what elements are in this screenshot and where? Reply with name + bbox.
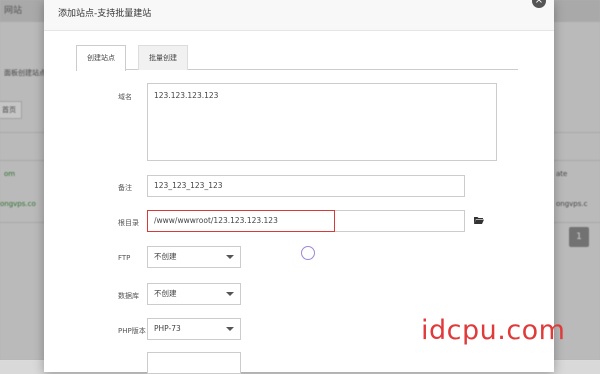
dialog-title: 添加站点-支持批量建站 [44, 0, 554, 31]
remark-input[interactable]: 123_123_123_123 [147, 175, 465, 197]
chevron-down-icon [226, 292, 234, 296]
chevron-down-icon [226, 255, 234, 259]
php-version-select-value: PHP-73 [154, 324, 181, 333]
tab-batch-create[interactable]: 批量创建 [138, 45, 188, 70]
root-dir-input[interactable]: /www/wwwroot/123.123.123.123 [147, 210, 465, 232]
watermark: idcpu.com [421, 315, 566, 346]
folder-open-icon[interactable] [474, 216, 484, 224]
chevron-down-icon [226, 327, 234, 331]
ftp-select-value: 不创建 [154, 252, 177, 261]
next-select[interactable] [147, 352, 241, 374]
domain-textarea[interactable]: 123.123.123.123 [147, 83, 497, 161]
database-select[interactable]: 不创建 [147, 283, 241, 305]
ftp-select[interactable]: 不创建 [147, 246, 241, 268]
loading-cursor-icon [301, 246, 315, 260]
root-dir-highlight [147, 210, 335, 232]
database-select-value: 不创建 [154, 289, 177, 298]
dialog-tabs: 创建站点 批量创建 [76, 45, 518, 71]
tab-create-site[interactable]: 创建站点 [76, 45, 126, 71]
php-version-select[interactable]: PHP-73 [147, 318, 241, 340]
